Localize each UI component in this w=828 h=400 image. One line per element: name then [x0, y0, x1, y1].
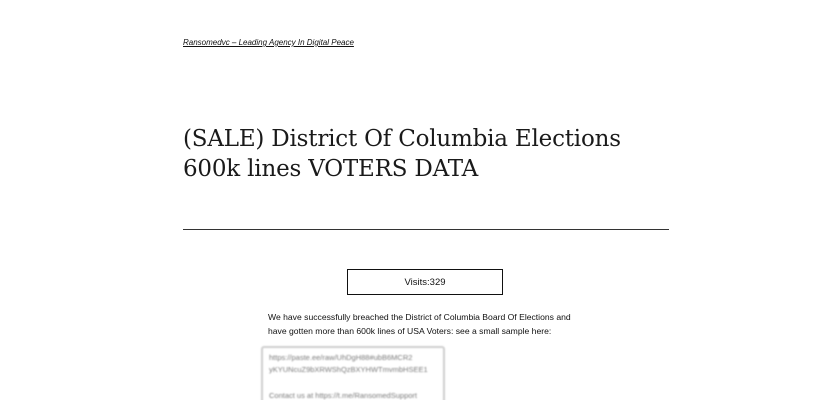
sample-contact-line[interactable]: Contact us at https://t.me/RansomedSuppo… — [269, 390, 437, 400]
title-separator — [183, 229, 669, 230]
site-title-link[interactable]: Ransomedvc – Leading Agency In Digital P… — [183, 38, 354, 47]
post-intro-paragraph: We have successfully breached the Distri… — [268, 310, 588, 338]
sample-spacer — [269, 376, 437, 390]
sample-data-box: https://paste.ee/raw/UhDgH88#ubB6MCR2 yK… — [261, 346, 445, 400]
visits-label: Visits: — [404, 276, 430, 288]
visits-counter: Visits: 329 — [347, 269, 503, 295]
sample-link-line-2[interactable]: yKYUNcuZ9bXRWShQzBXYHWTmvmbHSEE1 — [269, 364, 437, 376]
sample-link-line-1[interactable]: https://paste.ee/raw/UhDgH88#ubB6MCR2 — [269, 352, 437, 364]
intro-line-1: We have successfully breached the Distri… — [268, 312, 571, 322]
post-title: (SALE) District Of Columbia Elections 60… — [183, 126, 621, 182]
intro-line-2: have gotten more than 600k lines of USA … — [268, 326, 552, 336]
visits-count: 329 — [429, 276, 446, 288]
